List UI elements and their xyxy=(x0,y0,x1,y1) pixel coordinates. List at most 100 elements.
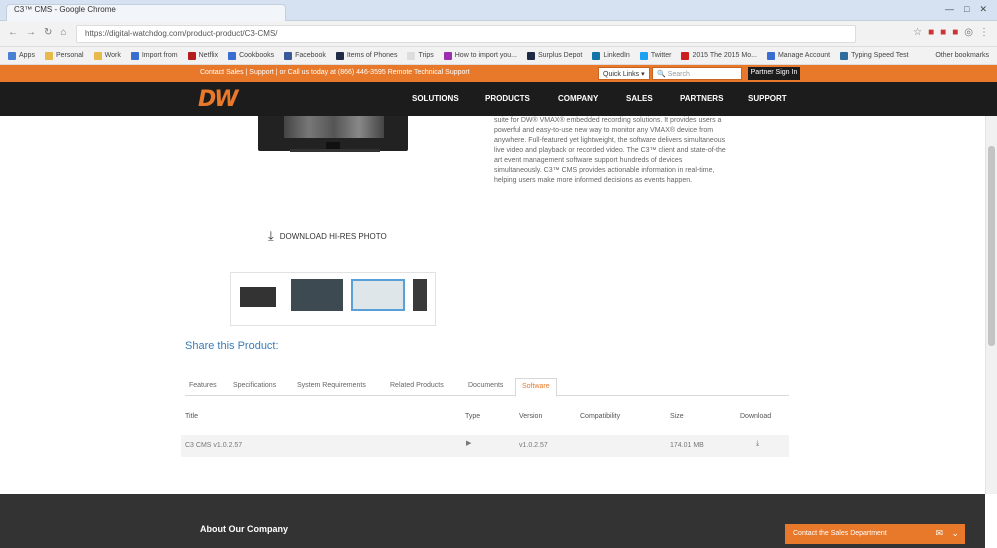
bookmark-item[interactable]: Apps xyxy=(8,51,35,60)
reload-icon[interactable]: ↻ xyxy=(44,27,52,38)
nav-solutions[interactable]: SOLUTIONS xyxy=(412,94,459,103)
nav-company[interactable]: COMPANY xyxy=(558,94,598,103)
bookmark-item[interactable]: Work xyxy=(93,51,121,60)
col-download: Download xyxy=(740,413,772,420)
bookmark-item[interactable]: Items of Phones xyxy=(335,51,397,60)
window-controls: — □ ✕ xyxy=(945,4,987,15)
bookmark-icon xyxy=(443,51,452,60)
page-scrollbar[interactable] xyxy=(985,116,997,494)
partner-sign-in-button[interactable]: Partner Sign In xyxy=(748,67,800,80)
bookmark-label: Cookbooks xyxy=(239,52,275,59)
tab-features[interactable]: Features xyxy=(189,382,217,389)
maximize-icon[interactable]: □ xyxy=(964,4,969,15)
bookmark-label: Twitter xyxy=(650,52,672,59)
product-tabs: Features Specifications System Requireme… xyxy=(185,378,789,397)
site-nav: DW SOLUTIONS PRODUCTS COMPANY SALES PART… xyxy=(0,82,997,116)
bookmark-icon xyxy=(284,51,293,60)
table-row: C3 CMS v1.0.2.57 ▶ v1.0.2.57 174.01 MB ⤓ xyxy=(181,435,789,457)
description-line: helping users make more informed decisio… xyxy=(494,177,693,184)
thumbnail[interactable] xyxy=(413,279,427,311)
extension-icon[interactable]: ◎ xyxy=(964,27,973,38)
bookmark-label: LinkedIn xyxy=(603,52,630,59)
minimize-icon[interactable]: — xyxy=(945,4,954,15)
description-line: simultaneously. C3™ CMS provides actiona… xyxy=(494,167,715,174)
bookmark-label: Work xyxy=(104,52,121,59)
bookmark-item[interactable]: Typing Speed Test xyxy=(840,51,909,60)
nav-sales[interactable]: SALES xyxy=(626,94,653,103)
row-version: v1.0.2.57 xyxy=(519,442,548,449)
table-header: Title Type Version Compatibility Size Do… xyxy=(185,413,789,431)
bookmark-icon xyxy=(8,51,16,60)
description-line: art event management software support hu… xyxy=(494,157,683,164)
bookmark-icon xyxy=(527,51,535,60)
bookmark-item[interactable]: Manage Account xyxy=(766,51,830,60)
dw-logo[interactable]: DW xyxy=(198,87,239,112)
col-title: Title xyxy=(185,413,198,420)
bookmark-item[interactable]: Surplus Depot xyxy=(527,51,582,60)
tab-specifications[interactable]: Specifications xyxy=(233,382,276,389)
forward-icon[interactable]: → xyxy=(26,27,36,38)
bookmark-label: Facebook xyxy=(295,52,326,59)
back-icon[interactable]: ← xyxy=(8,27,18,38)
bookmark-icon xyxy=(228,51,237,60)
tab-system-requirements[interactable]: System Requirements xyxy=(297,382,366,389)
nav-buttons: ← → ↻ ⌂ xyxy=(8,27,66,38)
extension-icon[interactable]: ■ xyxy=(952,27,958,38)
thumbnail[interactable] xyxy=(240,287,276,307)
bookmark-item[interactable]: Personal xyxy=(44,51,84,60)
other-bookmarks[interactable]: Other bookmarks xyxy=(935,52,989,59)
download-icon[interactable]: ⤓ xyxy=(756,440,759,448)
close-icon[interactable]: ✕ xyxy=(979,4,987,15)
description-line: live video and playback or recorded vide… xyxy=(494,147,726,154)
chevron-down-icon[interactable]: ⌄ xyxy=(951,528,959,539)
download-icon: ⤓ xyxy=(268,228,274,243)
bookmark-icon xyxy=(130,51,139,60)
scrollbar-thumb[interactable] xyxy=(988,146,995,346)
about-company-heading: About Our Company xyxy=(200,524,288,534)
bookmark-item[interactable]: 2015 The 2015 Mo... xyxy=(681,51,757,60)
col-type: Type xyxy=(465,413,481,420)
bookmark-item[interactable]: Twitter xyxy=(639,51,672,60)
nav-partners[interactable]: PARTNERS xyxy=(680,94,723,103)
bookmark-item[interactable]: Cookbooks xyxy=(228,51,275,60)
bookmark-label: How to import you... xyxy=(454,52,517,59)
quick-links-select[interactable]: Quick Links ▾ xyxy=(598,67,650,80)
bookmark-item[interactable]: LinkedIn xyxy=(592,51,630,60)
col-size: Size xyxy=(670,413,684,420)
chat-icon: ✉ xyxy=(935,528,943,538)
menu-icon[interactable]: ⋮ xyxy=(979,27,989,38)
row-title[interactable]: C3 CMS v1.0.2.57 xyxy=(185,442,242,449)
download-photo-link[interactable]: ⤓ DOWNLOAD HI-RES PHOTO xyxy=(268,228,387,244)
file-type-icon: ▶ xyxy=(466,440,472,447)
bookmark-icon xyxy=(766,51,775,60)
url-input[interactable]: https://digital-watchdog.com/product-pro… xyxy=(76,25,856,43)
bookmark-icon xyxy=(44,51,53,60)
extension-icon[interactable]: ■ xyxy=(928,27,934,38)
bookmark-item[interactable]: Netflix xyxy=(187,51,218,60)
extension-icon[interactable]: ■ xyxy=(940,27,946,38)
thumbnail[interactable] xyxy=(291,279,343,311)
site-top-strip: Contact Sales | Support | or Call us tod… xyxy=(0,65,997,82)
bookmark-item[interactable]: How to import you... xyxy=(443,51,517,60)
bookmark-icon xyxy=(407,51,416,60)
tab-related-products[interactable]: Related Products xyxy=(390,382,444,389)
nav-products[interactable]: PRODUCTS xyxy=(485,94,530,103)
contact-sales-button[interactable]: Contact the Sales Department ✉ ⌄ xyxy=(785,524,965,544)
bookmark-label: Import from xyxy=(141,52,178,59)
description-line: powerful and easy-to-use new way to moni… xyxy=(494,127,714,134)
bookmark-item[interactable]: Trips xyxy=(407,51,434,60)
nav-support[interactable]: SUPPORT xyxy=(748,94,787,103)
bookmark-icon xyxy=(592,51,601,60)
bookmark-item[interactable]: Facebook xyxy=(284,51,326,60)
site-search-input[interactable]: 🔍 Search xyxy=(652,67,742,80)
home-icon[interactable]: ⌂ xyxy=(60,27,66,38)
tab-software[interactable]: Software xyxy=(515,378,557,397)
star-icon[interactable]: ☆ xyxy=(913,27,922,38)
browser-title-bar: C3™ CMS - Google Chrome — □ ✕ xyxy=(0,0,997,21)
share-title: Share this Product: xyxy=(185,340,279,352)
bookmark-label: Apps xyxy=(19,52,35,59)
contact-line[interactable]: Contact Sales | Support | or Call us tod… xyxy=(200,69,470,76)
bookmark-item[interactable]: Import from xyxy=(130,51,178,60)
thumbnail-selected[interactable] xyxy=(351,279,405,311)
tab-documents[interactable]: Documents xyxy=(468,382,503,389)
